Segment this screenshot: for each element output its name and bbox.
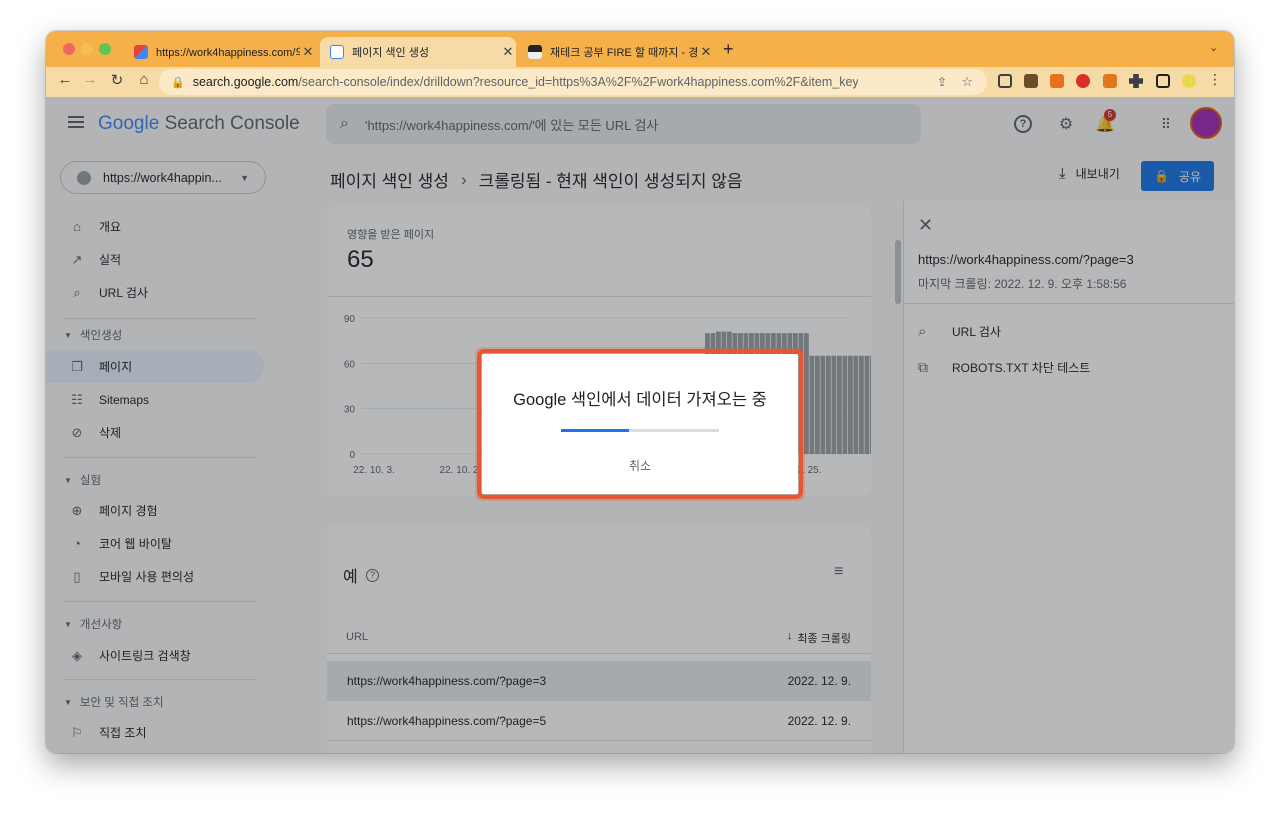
extension-ex-icon[interactable]: [1050, 74, 1064, 88]
dialog-title: Google 색인에서 데이터 가져오는 중: [513, 391, 767, 409]
browser-window: https://work4happiness.com/의 ✕ 페이지 색인 생성…: [46, 31, 1234, 753]
metamask-icon[interactable]: [1103, 74, 1117, 88]
blog-icon: [528, 45, 542, 59]
gmail-icon: [134, 45, 148, 59]
menu-kebab-icon[interactable]: ⋮: [1204, 71, 1226, 88]
bookmark-star-icon[interactable]: ☆: [961, 74, 973, 90]
new-tab-icon[interactable]: +: [723, 39, 734, 60]
tab-title: 재테크 공부 FIRE 할 때까지 - 경제적: [550, 47, 698, 59]
tab-search-console[interactable]: 페이지 색인 생성 ✕: [320, 37, 516, 67]
address-bar[interactable]: 🔒 search.google.com/search-console/index…: [159, 69, 987, 95]
screenshot-extension-icon[interactable]: [998, 74, 1012, 88]
progress-bar: [561, 429, 719, 432]
lock-icon: 🔒: [171, 76, 185, 89]
loading-dialog: Google 색인에서 데이터 가져오는 중 취소: [477, 349, 803, 499]
close-window-button[interactable]: [63, 43, 75, 55]
url-path: /search-console/index/drilldown?resource…: [298, 75, 859, 89]
forward-icon[interactable]: →: [79, 71, 101, 88]
extensions-puzzle-icon[interactable]: [1129, 74, 1143, 88]
cancel-button[interactable]: 취소: [611, 454, 669, 478]
search-console-icon: [330, 45, 344, 59]
tab-gmail[interactable]: https://work4happiness.com/의 ✕: [124, 37, 316, 67]
tab-bar: https://work4happiness.com/의 ✕ 페이지 색인 생성…: [46, 31, 1234, 67]
minimize-window-button[interactable]: [81, 43, 93, 55]
sidebar-toggle-icon[interactable]: [1156, 74, 1170, 88]
reload-icon[interactable]: ↻: [106, 71, 128, 89]
tab-blog[interactable]: 재테크 공부 FIRE 할 때까지 - 경제적 ✕: [518, 37, 714, 67]
tab-title: https://work4happiness.com/의: [156, 47, 300, 59]
profile-icon[interactable]: [1182, 74, 1196, 88]
zoom-window-button[interactable]: [99, 43, 111, 55]
tab-title: 페이지 색인 생성: [352, 47, 429, 59]
extension-icon[interactable]: [1024, 74, 1038, 88]
share-page-icon[interactable]: ⇪: [937, 75, 947, 89]
url-host: search.google.com: [192, 75, 299, 89]
tab-search-chevron-icon[interactable]: ⌄: [1209, 41, 1218, 54]
back-icon[interactable]: ←: [54, 71, 76, 88]
tab-close-icon[interactable]: ✕: [300, 44, 316, 60]
toolbar: ← → ↻ ⌂ 🔒 search.google.com/search-conso…: [46, 67, 1234, 97]
extension-santa-icon[interactable]: [1076, 74, 1090, 88]
tab-close-icon[interactable]: ✕: [500, 44, 516, 60]
home-icon[interactable]: ⌂: [133, 71, 155, 88]
progress-fill: [561, 429, 629, 432]
tab-close-icon[interactable]: ✕: [698, 44, 714, 60]
